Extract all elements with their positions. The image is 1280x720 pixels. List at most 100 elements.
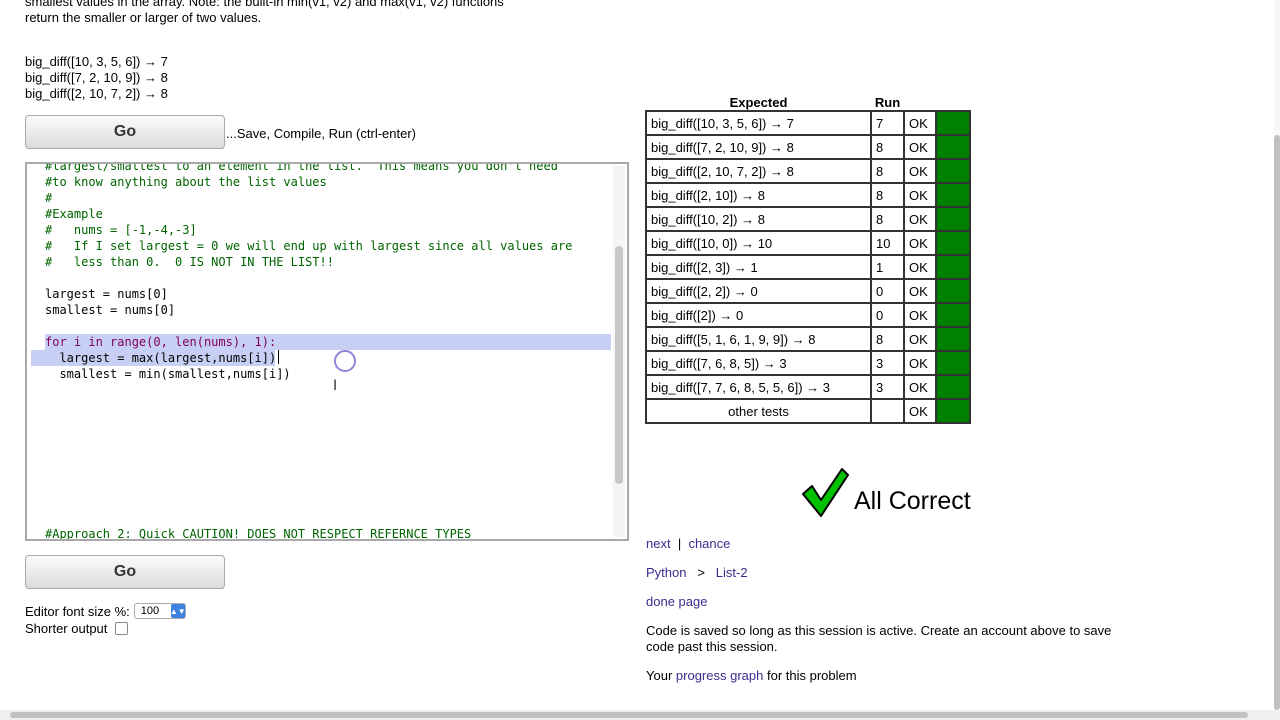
expected-cell: big_diff([2, 10]) → 8: [645, 182, 872, 208]
status-cell: OK: [903, 302, 937, 328]
pass-indicator: [935, 182, 971, 208]
click-indicator-icon: [334, 350, 356, 372]
status-cell: OK: [903, 278, 937, 304]
table-row: big_diff([7, 6, 8, 5]) → 3 3 OK: [645, 350, 971, 376]
other-tests-label: other tests: [645, 398, 872, 424]
status-cell: OK: [903, 374, 937, 400]
run-cell: 3: [870, 374, 905, 400]
pass-indicator: [935, 350, 971, 376]
run-cell: 8: [870, 158, 905, 184]
pass-indicator: [935, 206, 971, 232]
pass-indicator: [935, 230, 971, 256]
status-cell: OK: [903, 326, 937, 352]
expected-cell: big_diff([2, 3]) → 1: [645, 254, 872, 280]
shorter-output-checkbox[interactable]: [115, 622, 129, 635]
pass-indicator: [935, 110, 971, 136]
progress-row: Your progress graph for this problem: [646, 668, 857, 683]
expected-cell: big_diff([5, 1, 6, 1, 9, 9]) → 8: [645, 326, 872, 352]
code-line: largest = nums[0]: [45, 287, 168, 301]
editor-scrollbar-thumb[interactable]: [615, 246, 623, 484]
status-cell: OK: [903, 254, 937, 280]
pass-indicator: [935, 158, 971, 184]
expected-cell: big_diff([10, 3, 5, 6]) → 7: [645, 110, 872, 136]
results-table: Expected Run big_diff([10, 3, 5, 6]) → 7…: [645, 94, 971, 424]
page-horizontal-scrollbar[interactable]: [0, 710, 1280, 720]
expected-cell: big_diff([2, 10, 7, 2]) → 8: [645, 158, 872, 184]
done-page-row: done page: [646, 594, 707, 609]
code-line: largest = max(largest,nums[i]): [45, 351, 277, 365]
font-size-row: Editor font size %: 100 ▲▼: [25, 603, 186, 619]
breadcrumb-list-2[interactable]: List-2: [716, 565, 748, 580]
code-line: #: [45, 191, 53, 205]
code-line: # nums = [-1,-4,-3]: [45, 223, 197, 237]
header-run: Run: [874, 94, 901, 110]
pass-indicator: [935, 254, 971, 280]
code-line: smallest = min(smallest,nums[i]): [45, 367, 291, 381]
table-row: other tests OK: [645, 398, 971, 424]
verdict-text: All Correct: [854, 487, 971, 515]
font-size-value: 100: [140, 605, 160, 617]
example-line: big_diff([7, 2, 10, 9]) → 8: [25, 70, 168, 85]
table-row: big_diff([7, 7, 6, 8, 5, 5, 6]) → 3 3 OK: [645, 374, 971, 400]
code-line: #Approach 2: Quick CAUTION! DOES NOT RES…: [45, 527, 472, 541]
breadcrumb-python[interactable]: Python: [646, 565, 686, 580]
pass-indicator: [935, 134, 971, 160]
next-chance-nav: next | chance: [646, 536, 730, 551]
expected-cell: big_diff([10, 0]) → 10: [645, 230, 872, 256]
page-horizontal-scroll-thumb[interactable]: [10, 712, 1248, 718]
status-cell: OK: [903, 134, 937, 160]
table-row: big_diff([2, 3]) → 1 1 OK: [645, 254, 971, 280]
progress-graph-link[interactable]: progress graph: [676, 668, 763, 683]
header-expected: Expected: [729, 94, 788, 110]
pass-indicator: [935, 326, 971, 352]
example-line: big_diff([10, 3, 5, 6]) → 7: [25, 54, 168, 69]
chance-link[interactable]: chance: [688, 536, 730, 551]
table-row: big_diff([2, 2]) → 0 0 OK: [645, 278, 971, 304]
verdict: All Correct: [800, 466, 971, 518]
page-vertical-scroll-thumb[interactable]: [1274, 135, 1280, 710]
description-line: return the smaller or larger of two valu…: [25, 10, 262, 25]
text-caret: [278, 350, 279, 364]
breadcrumb: Python > List-2: [646, 565, 748, 580]
table-row: big_diff([7, 2, 10, 9]) → 8 8 OK: [645, 134, 971, 160]
description-line: smallest values in the array. Note: the …: [25, 0, 504, 9]
problem-description: smallest values in the array. Note: the …: [25, 0, 625, 26]
run-cell: 8: [870, 134, 905, 160]
pass-indicator: [935, 278, 971, 304]
font-size-label: Editor font size %:: [25, 603, 130, 619]
expected-cell: big_diff([7, 7, 6, 8, 5, 5, 6]) → 3: [645, 374, 872, 400]
expected-cell: big_diff([2, 2]) → 0: [645, 278, 872, 304]
go-button-bottom[interactable]: Go: [25, 555, 225, 589]
status-cell: OK: [903, 158, 937, 184]
status-cell: OK: [903, 230, 937, 256]
code-line: #Example: [45, 207, 103, 221]
page-vertical-scrollbar[interactable]: [1274, 0, 1280, 710]
code-line: #largest/smallest to an element in the l…: [45, 162, 558, 173]
expected-cell: big_diff([7, 2, 10, 9]) → 8: [645, 134, 872, 160]
example-line: big_diff([2, 10, 7, 2]) → 8: [25, 86, 168, 101]
run-cell: 8: [870, 326, 905, 352]
table-row: big_diff([2, 10]) → 8 8 OK: [645, 182, 971, 208]
status-cell: OK: [903, 182, 937, 208]
nav-separator: |: [677, 536, 682, 551]
expected-cell: big_diff([2]) → 0: [645, 302, 872, 328]
progress-prefix: Your: [646, 668, 673, 683]
code-line: #to know anything about the list values: [45, 175, 327, 189]
run-cell: 7: [870, 110, 905, 136]
pass-indicator: [935, 374, 971, 400]
pass-indicator: [935, 398, 971, 424]
pass-indicator: [935, 302, 971, 328]
font-size-select[interactable]: 100 ▲▼: [133, 603, 186, 619]
table-row: big_diff([2, 10, 7, 2]) → 8 8 OK: [645, 158, 971, 184]
go-button-top[interactable]: Go: [25, 115, 225, 149]
progress-suffix: for this problem: [766, 668, 857, 683]
status-cell: OK: [903, 206, 937, 232]
done-page-link[interactable]: done page: [646, 594, 707, 609]
run-cell: 3: [870, 350, 905, 376]
run-cell: 8: [870, 182, 905, 208]
save-note: Code is saved so long as this session is…: [646, 623, 1112, 654]
next-link[interactable]: next: [646, 536, 671, 551]
shorter-output-row: Shorter output: [25, 621, 129, 636]
checkmark-icon: [802, 468, 849, 517]
code-editor[interactable]: #largest/smallest to an element in the l…: [25, 162, 629, 541]
